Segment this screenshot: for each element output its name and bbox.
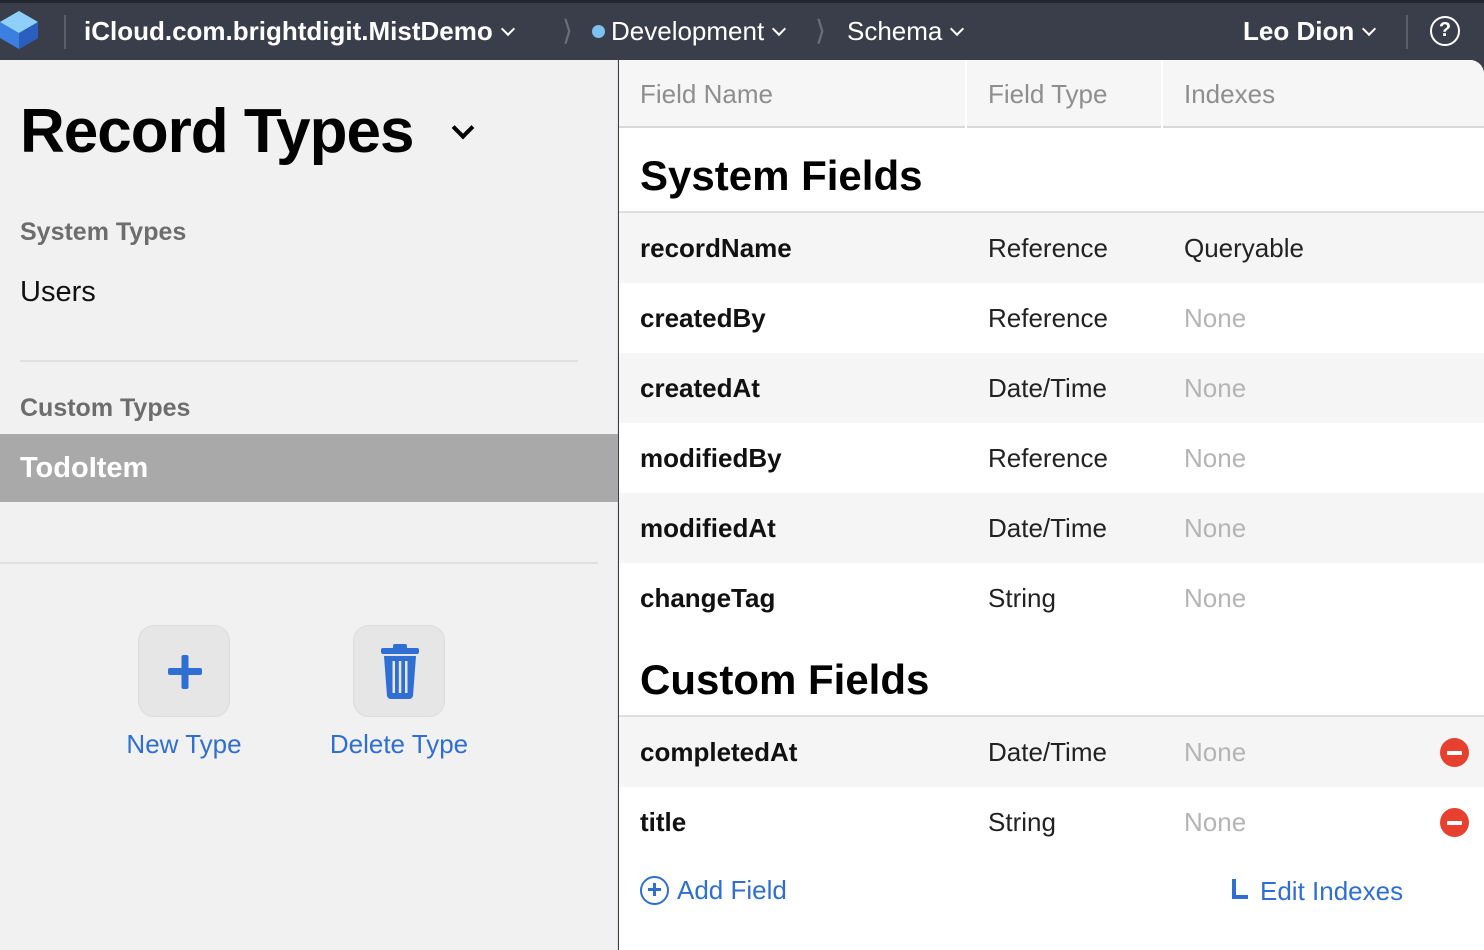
breadcrumb-separator-icon: ⟩: [815, 15, 826, 46]
field-indexes: None: [1184, 513, 1247, 543]
remove-field-icon[interactable]: [1440, 738, 1469, 767]
field-name: modifiedBy: [640, 443, 782, 473]
container-name: iCloud.com.brightdigit.MistDemo: [84, 16, 493, 46]
column-header-field-type[interactable]: Field Type: [967, 60, 1107, 128]
environment-name: Development: [611, 16, 765, 46]
field-indexes: None: [1184, 303, 1247, 333]
environment-selector[interactable]: Development: [592, 15, 787, 47]
chevron-down-icon: [1362, 21, 1377, 37]
index-icon: [1232, 879, 1248, 900]
field-name: recordName: [640, 233, 792, 263]
field-type: Date/Time: [988, 373, 1107, 403]
new-type-icon-box[interactable]: [138, 625, 230, 717]
divider: [64, 15, 66, 49]
table-row[interactable]: createdBy Reference None: [619, 283, 1484, 353]
divider: [0, 562, 598, 564]
divider: [1406, 15, 1408, 49]
table-row[interactable]: modifiedAt Date/Time None: [619, 493, 1484, 563]
field-type: Date/Time: [988, 737, 1107, 767]
trash-icon: [381, 644, 419, 699]
table-row[interactable]: recordName Reference Queryable: [619, 213, 1484, 283]
delete-type-icon-box[interactable]: [353, 625, 445, 717]
field-indexes: None: [1184, 443, 1247, 473]
section-name: Schema: [847, 16, 943, 46]
user-menu[interactable]: Leo Dion: [1243, 15, 1377, 47]
column-header-indexes[interactable]: Indexes: [1163, 60, 1275, 128]
field-indexes: Queryable: [1184, 233, 1304, 263]
add-circle-icon: [640, 875, 669, 905]
sidebar: Record Types System Types Users Custom T…: [0, 60, 618, 950]
chevron-down-icon[interactable]: [451, 116, 475, 140]
field-indexes: None: [1184, 807, 1247, 837]
delete-type-label: Delete Type: [329, 729, 469, 759]
top-bar: iCloud.com.brightdigit.MistDemo ⟩ Develo…: [0, 0, 1484, 60]
custom-types-label: Custom Types: [20, 394, 191, 422]
field-type: Reference: [988, 233, 1108, 263]
field-indexes: None: [1184, 583, 1247, 613]
chevron-down-icon: [500, 21, 515, 37]
sidebar-item-todoitem[interactable]: TodoItem: [0, 434, 618, 502]
container-selector[interactable]: iCloud.com.brightdigit.MistDemo: [84, 15, 515, 47]
field-name: modifiedAt: [640, 513, 776, 543]
table-row[interactable]: title String None: [619, 787, 1484, 857]
field-type: Reference: [988, 303, 1108, 333]
divider: [20, 360, 578, 362]
section-selector[interactable]: Schema: [847, 15, 965, 47]
environment-status-dot: [592, 25, 605, 38]
delete-type-button[interactable]: Delete Type: [314, 625, 484, 760]
system-fields-heading: System Fields: [640, 152, 923, 199]
sidebar-item-users[interactable]: Users: [0, 272, 618, 312]
help-icon[interactable]: ?: [1430, 16, 1460, 46]
chevron-down-icon: [950, 21, 965, 37]
field-indexes: None: [1184, 373, 1247, 403]
chevron-down-icon: [772, 21, 787, 37]
custom-fields-heading: Custom Fields: [640, 656, 930, 703]
field-name: createdBy: [640, 303, 766, 333]
user-name: Leo Dion: [1243, 16, 1355, 46]
field-name: createdAt: [640, 373, 760, 403]
column-header-field-name[interactable]: Field Name: [619, 60, 773, 128]
table-row[interactable]: createdAt Date/Time None: [619, 353, 1484, 423]
breadcrumb-separator-icon: ⟩: [562, 15, 573, 46]
add-field-button[interactable]: Add Field: [640, 875, 787, 907]
add-field-label: Add Field: [677, 875, 787, 905]
field-name: completedAt: [640, 737, 798, 767]
field-type: String: [988, 807, 1056, 837]
fields-table: Field Name Field Type Indexes System Fie…: [619, 60, 1484, 950]
table-row[interactable]: changeTag String None: [619, 563, 1484, 633]
field-type: String: [988, 583, 1056, 613]
field-type: Reference: [988, 443, 1108, 473]
edit-indexes-label: Edit Indexes: [1260, 876, 1404, 906]
cloudkit-logo-icon[interactable]: [0, 7, 42, 53]
field-indexes: None: [1184, 737, 1247, 767]
plus-icon: [168, 655, 202, 689]
field-name: changeTag: [640, 583, 776, 613]
field-name: title: [640, 807, 687, 837]
new-type-button[interactable]: New Type: [114, 625, 254, 760]
new-type-label: New Type: [126, 729, 242, 759]
table-header: Field Name Field Type Indexes: [619, 60, 1484, 128]
remove-field-icon[interactable]: [1440, 808, 1469, 837]
record-types-title[interactable]: Record Types: [20, 96, 414, 167]
edit-indexes-button[interactable]: Edit Indexes: [1232, 876, 1403, 907]
table-row[interactable]: completedAt Date/Time None: [619, 717, 1484, 787]
table-row[interactable]: modifiedBy Reference None: [619, 423, 1484, 493]
system-types-label: System Types: [20, 218, 187, 246]
field-type: Date/Time: [988, 513, 1107, 543]
